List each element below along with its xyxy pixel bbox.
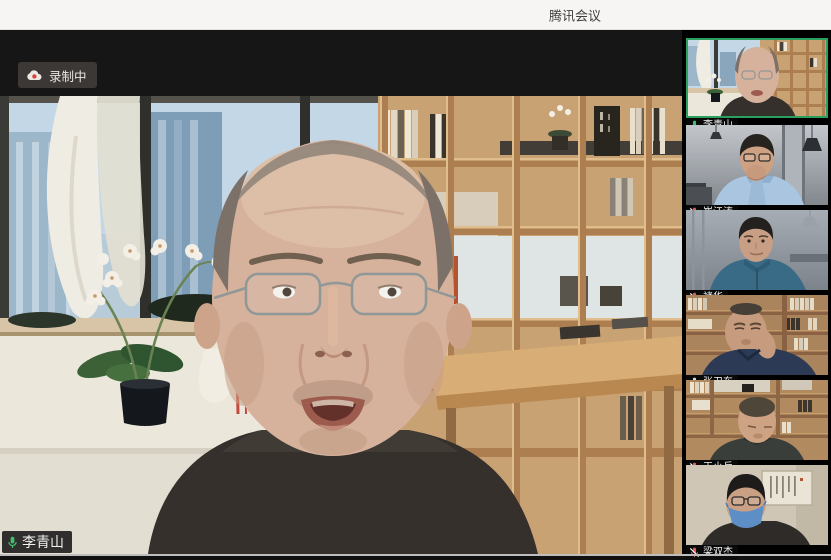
participants-sidebar: 李青山 — [682, 30, 831, 556]
title-bar: 腾讯会议 — [0, 0, 831, 30]
participant-label: 梁双杰 — [686, 545, 738, 560]
participant-video-feed — [686, 465, 828, 545]
recording-badge[interactable]: 录制中 — [18, 62, 97, 88]
participant-tile[interactable]: 王小兵 — [686, 380, 828, 460]
participant-video-feed — [686, 210, 828, 290]
microphone-muted-icon — [689, 547, 700, 558]
participant-video-feed — [686, 125, 828, 205]
participant-video-feed — [686, 295, 828, 375]
cloud-record-icon — [26, 69, 43, 82]
window-title: 腾讯会议 — [549, 5, 601, 24]
participant-tile[interactable]: 李青山 — [686, 38, 828, 118]
participant-tile[interactable]: 张卫东 — [686, 295, 828, 375]
main-speaker-label: 李青山 — [2, 531, 72, 553]
microphone-icon — [6, 536, 19, 549]
participant-tile[interactable]: 褚华 — [686, 210, 828, 290]
participant-tile[interactable]: 梁双杰 — [686, 465, 828, 545]
main-video-feed — [0, 96, 682, 554]
main-stage[interactable]: 录制中 李青山 — [0, 30, 682, 556]
main-speaker-name: 李青山 — [22, 535, 64, 549]
participant-video-feed — [686, 380, 828, 460]
participant-name: 梁双杰 — [703, 548, 733, 558]
recording-label: 录制中 — [49, 66, 87, 85]
participant-video-feed — [686, 38, 828, 118]
participant-tile[interactable]: 崔江涛 — [686, 125, 828, 205]
